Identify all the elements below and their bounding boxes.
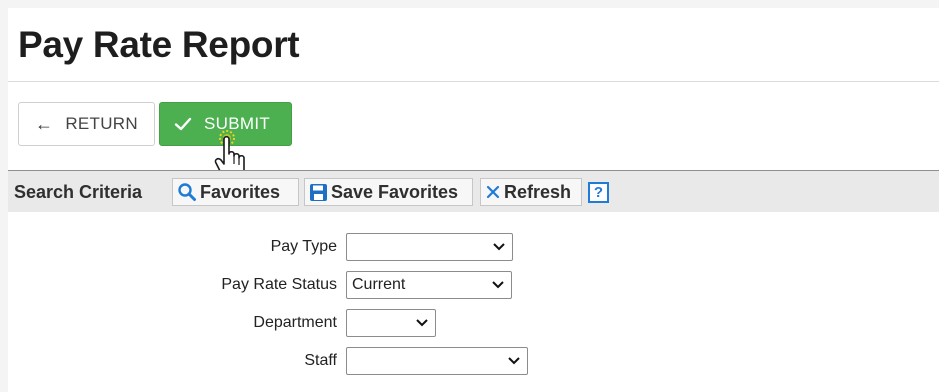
search-criteria-label: Search Criteria (14, 182, 143, 202)
submit-button-label: SUBMIT (204, 114, 271, 133)
save-favorites-label: Save Favorites (331, 181, 459, 202)
arrow-left-icon: ← (35, 113, 54, 134)
pay-rate-status-row: Pay Rate Status Current (8, 271, 939, 301)
staff-label: Staff (304, 352, 337, 369)
pay-rate-status-value: Current (352, 276, 406, 293)
pay-rate-status-label: Pay Rate Status (221, 276, 337, 293)
pay-type-label: Pay Type (270, 238, 337, 255)
refresh-button[interactable]: Refresh (480, 178, 582, 206)
search-icon (178, 183, 196, 201)
help-icon[interactable]: ? (588, 182, 609, 203)
pay-type-select[interactable] (346, 233, 513, 261)
department-select[interactable] (346, 309, 436, 337)
staff-row: Staff (8, 347, 939, 377)
chevron-down-icon (508, 357, 520, 365)
department-row: Department (8, 309, 939, 339)
chevron-down-icon (492, 281, 504, 289)
department-label: Department (253, 314, 337, 331)
pay-type-row: Pay Type (8, 233, 939, 263)
return-button[interactable]: ← RETURN (18, 102, 155, 146)
chevron-down-icon (416, 319, 428, 327)
close-x-icon (486, 185, 500, 199)
favorites-label: Favorites (200, 181, 281, 202)
check-icon (174, 117, 192, 131)
submit-button[interactable]: SUBMIT (159, 102, 292, 146)
staff-select[interactable] (346, 347, 528, 375)
floppy-disk-icon (310, 183, 327, 201)
save-favorites-button[interactable]: Save Favorites (304, 178, 473, 206)
page-title: Pay Rate Report (18, 24, 300, 65)
return-button-label: RETURN (65, 114, 138, 133)
pay-rate-status-select[interactable]: Current (346, 271, 512, 299)
favorites-button[interactable]: Favorites (172, 178, 299, 206)
report-page: Pay Rate Report ← RETURN SUBMIT Search C… (8, 8, 939, 392)
refresh-label: Refresh (504, 181, 572, 202)
title-bar: Pay Rate Report (8, 8, 939, 82)
chevron-down-icon (493, 243, 505, 251)
search-criteria-bar: Search Criteria Favorites Save Favorites… (8, 170, 939, 212)
